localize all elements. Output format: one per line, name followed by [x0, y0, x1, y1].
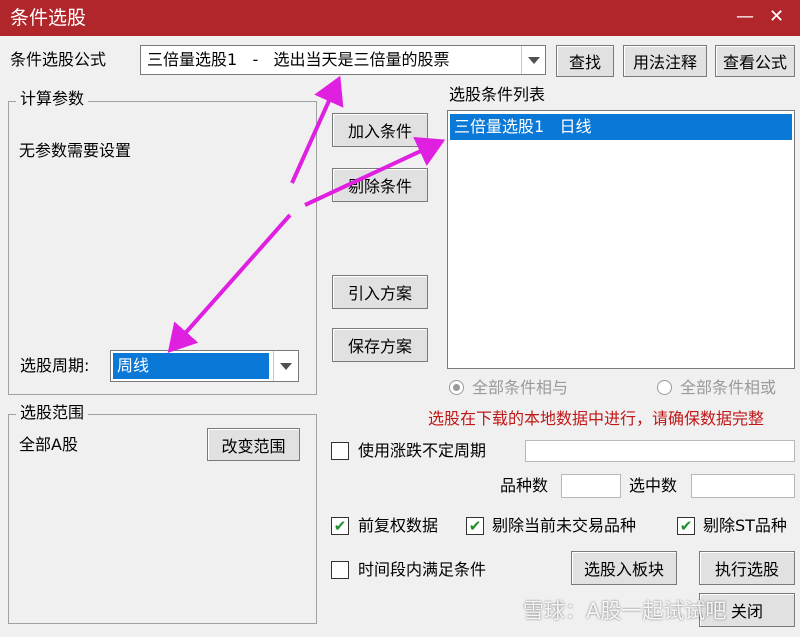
period-select[interactable]: 周线: [110, 350, 299, 382]
add-to-block-button[interactable]: 选股入板块: [571, 551, 677, 585]
condition-item[interactable]: 三倍量选股1 日线: [454, 116, 592, 138]
watermark-text: 雪球：A股一起试试吧: [523, 599, 727, 623]
radio-or-label: 全部条件相或: [680, 378, 777, 397]
formula-label: 条件选股公式: [10, 50, 107, 69]
selected-field: [691, 474, 795, 498]
radio-or[interactable]: [657, 380, 672, 395]
title-bar: [0, 0, 800, 36]
usage-notes-button[interactable]: 用法注释: [623, 45, 707, 77]
radio-and[interactable]: [449, 380, 464, 395]
params-legend: 计算参数: [16, 88, 89, 110]
chevron-down-icon[interactable]: [273, 351, 298, 381]
add-condition-button[interactable]: 加入条件: [332, 113, 428, 147]
formula-value: 三倍量选股1 - 选出当天是三倍量的股票: [147, 50, 450, 69]
range-legend: 选股范围: [16, 402, 89, 424]
save-plan-button[interactable]: 保存方案: [332, 328, 428, 362]
window-title: 条件选股: [10, 7, 87, 29]
period-label: 选股周期:: [20, 356, 90, 375]
params-text: 无参数需要设置: [19, 141, 132, 160]
radio-and-label: 全部条件相与: [472, 378, 569, 397]
range-text: 全部A股: [19, 435, 78, 454]
find-button[interactable]: 查找: [556, 45, 614, 77]
adjusted-checkbox[interactable]: ✔: [331, 517, 349, 535]
exclude-untraded-label: 剔除当前未交易品种: [492, 516, 637, 535]
data-notice: 选股在下载的本地数据中进行，请确保数据完整: [428, 409, 765, 428]
variable-period-checkbox[interactable]: [331, 442, 349, 460]
conditions-list[interactable]: 三倍量选股1 日线: [447, 110, 795, 369]
exclude-untraded-checkbox[interactable]: ✔: [466, 517, 484, 535]
remove-condition-button[interactable]: 剔除条件: [332, 168, 428, 202]
formula-select[interactable]: 三倍量选股1 - 选出当天是三倍量的股票: [140, 45, 546, 75]
exclude-st-label: 剔除ST品种: [703, 516, 787, 535]
execute-button[interactable]: 执行选股: [699, 551, 795, 585]
time-range-label: 时间段内满足条件: [358, 560, 487, 579]
conditions-title: 选股条件列表: [449, 85, 546, 104]
time-range-checkbox[interactable]: [331, 561, 349, 579]
change-range-button[interactable]: 改变范围: [207, 428, 300, 461]
minimize-button[interactable]: —: [736, 7, 754, 27]
adjusted-label: 前复权数据: [358, 516, 439, 535]
count-field: [561, 474, 621, 498]
selected-label: 选中数: [629, 476, 678, 495]
view-formula-button[interactable]: 查看公式: [715, 45, 795, 77]
import-plan-button[interactable]: 引入方案: [332, 275, 428, 309]
close-window-button[interactable]: ✕: [769, 7, 784, 27]
exclude-st-checkbox[interactable]: ✔: [677, 517, 695, 535]
period-value: 周线: [117, 355, 150, 377]
chevron-down-icon[interactable]: [521, 46, 545, 74]
variable-period-label: 使用涨跌不定周期: [358, 441, 487, 460]
count-label: 品种数: [500, 476, 549, 495]
variable-period-input[interactable]: [525, 440, 795, 462]
